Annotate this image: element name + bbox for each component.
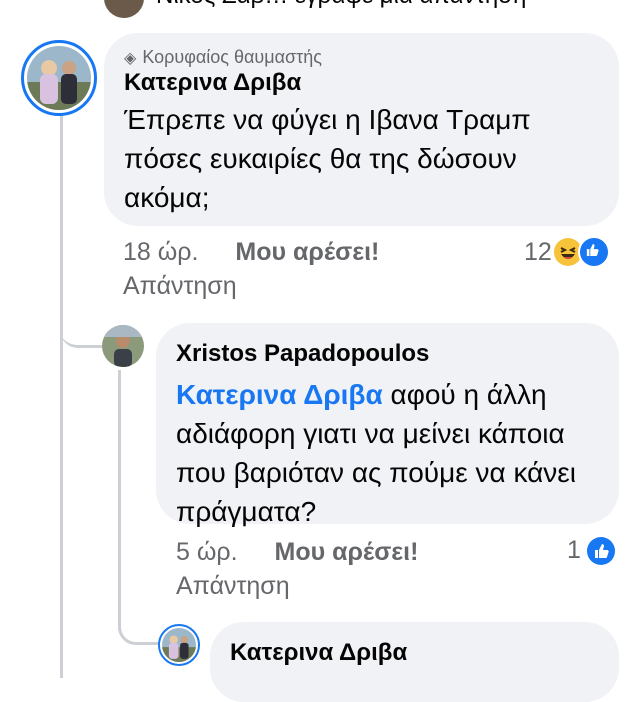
like-button[interactable]: Μου αρέσει! bbox=[275, 538, 419, 566]
mention-link[interactable]: Κατερινα Δριβα bbox=[176, 379, 383, 410]
thread-line-main bbox=[60, 102, 63, 678]
thread-line-reply bbox=[118, 370, 121, 630]
reply-button[interactable]: Απάντηση bbox=[176, 572, 290, 601]
avatar-katerina-small[interactable] bbox=[158, 624, 200, 666]
reaction-count: 1 bbox=[567, 536, 581, 564]
reaction-summary[interactable]: 1 bbox=[567, 536, 615, 565]
comment-line: ακόμα; bbox=[124, 182, 210, 213]
reply-button[interactable]: Απάντηση bbox=[123, 272, 237, 301]
comment-bubble-katerina-reply[interactable]: Κατερινα Δριβα bbox=[210, 622, 619, 702]
comment-text: Έπρεπε να φύγει η Ιβανα Τραμπ πόσες ευκα… bbox=[124, 100, 599, 217]
comment-line: αδιάφορη γιατι να μείνει κάποια bbox=[176, 418, 565, 449]
comment-bubble-xristos[interactable]: Xristos Papadopoulos Κατερινα Δριβα αφού… bbox=[156, 323, 619, 527]
avatar-photo bbox=[102, 325, 144, 367]
like-icon bbox=[586, 536, 615, 565]
thread-connector-reply1 bbox=[60, 310, 102, 348]
comment-author[interactable]: Κατερινα Δριβα bbox=[124, 68, 599, 98]
comment-bubble-katerina[interactable]: ◈ Κορυφαίος θαυμαστής Κατερινα Δριβα Έπρ… bbox=[104, 33, 619, 226]
avatar-xristos[interactable] bbox=[102, 325, 144, 367]
avatar-photo bbox=[27, 46, 91, 110]
like-icon bbox=[577, 236, 610, 268]
badge-label: Κορυφαίος θαυμαστής bbox=[142, 47, 322, 67]
avatar-katerina[interactable] bbox=[21, 40, 97, 116]
timestamp[interactable]: 5 ώρ. bbox=[176, 538, 238, 566]
comment-text-segment: αφού η άλλη bbox=[382, 379, 547, 410]
comment-line: Έπρεπε να φύγει η Ιβανα Τραμπ bbox=[124, 104, 531, 135]
top-partial-text: Νίκος Ζαβ… έγραψε μια απάντηση bbox=[156, 0, 526, 10]
comment-line: πόσες ευκαιρίες θα της δώσουν bbox=[124, 143, 517, 174]
comment-line: πράγματα? bbox=[176, 496, 317, 527]
comment-author[interactable]: Xristos Papadopoulos bbox=[176, 339, 599, 369]
top-fan-badge: ◈ Κορυφαίος θαυμαστής bbox=[124, 47, 599, 68]
comment-text: Κατερινα Δριβα αφού η άλλη αδιάφορη γιατ… bbox=[176, 375, 599, 531]
timestamp[interactable]: 18 ώρ. bbox=[123, 238, 198, 266]
comment-author[interactable]: Κατερινα Δριβα bbox=[230, 638, 599, 668]
thread-connector-reply2 bbox=[118, 610, 158, 645]
diamond-icon: ◈ bbox=[124, 49, 137, 67]
avatar-top-partial[interactable] bbox=[104, 0, 144, 18]
comment-line: Κατερινα Δριβα αφού η άλλη bbox=[176, 375, 599, 414]
reaction-summary[interactable]: 12 bbox=[524, 236, 610, 268]
comment-meta: 5 ώρ. Μου αρέσει! bbox=[176, 536, 418, 568]
comment-meta: 18 ώρ. Μου αρέσει! bbox=[123, 236, 379, 268]
avatar-photo bbox=[162, 628, 196, 662]
comment-line: που βαριόταν ας πούμε να κάνει bbox=[176, 457, 577, 488]
reaction-count: 12 bbox=[524, 237, 552, 266]
like-button[interactable]: Μου αρέσει! bbox=[235, 238, 379, 266]
